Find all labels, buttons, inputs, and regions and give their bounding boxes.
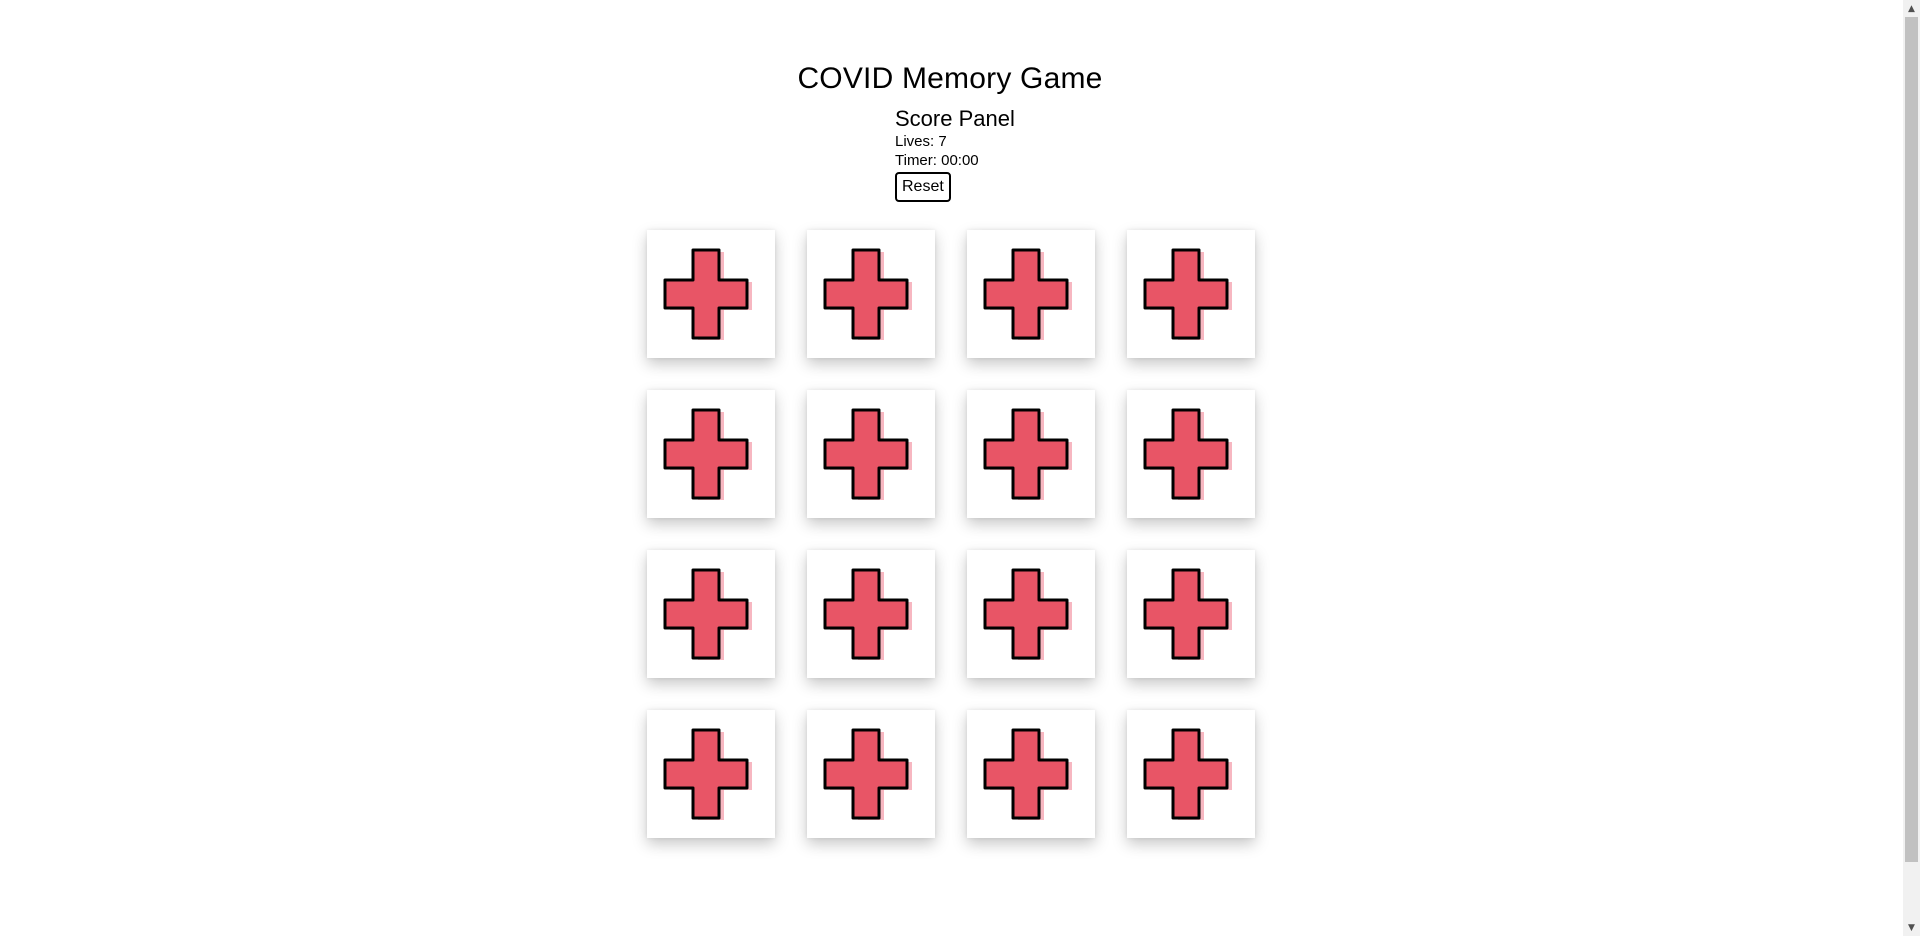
medical-cross-icon xyxy=(983,406,1079,502)
card-grid xyxy=(647,230,1255,838)
medical-cross-icon xyxy=(823,406,919,502)
memory-card[interactable] xyxy=(1127,390,1255,518)
medical-cross-icon xyxy=(823,246,919,342)
memory-card[interactable] xyxy=(647,710,775,838)
memory-card[interactable] xyxy=(967,710,1095,838)
medical-cross-icon xyxy=(1143,566,1239,662)
game-page: COVID Memory Game Score Panel Lives: 7 T… xyxy=(0,0,1920,936)
medical-cross-icon xyxy=(663,246,759,342)
lives-counter: Lives: 7 xyxy=(895,133,947,150)
memory-card[interactable] xyxy=(647,390,775,518)
memory-card[interactable] xyxy=(967,550,1095,678)
medical-cross-icon xyxy=(663,406,759,502)
medical-cross-icon xyxy=(1143,406,1239,502)
memory-card[interactable] xyxy=(807,710,935,838)
reset-button[interactable]: Reset xyxy=(895,172,951,202)
memory-card[interactable] xyxy=(1127,710,1255,838)
memory-card[interactable] xyxy=(647,230,775,358)
memory-card[interactable] xyxy=(967,230,1095,358)
medical-cross-icon xyxy=(983,726,1079,822)
medical-cross-icon xyxy=(823,566,919,662)
score-panel: Score Panel Lives: 7 Timer: 00:00 Reset xyxy=(895,106,1015,202)
scroll-down-arrow-icon[interactable]: ▼ xyxy=(1903,919,1920,936)
medical-cross-icon xyxy=(983,246,1079,342)
memory-card[interactable] xyxy=(647,550,775,678)
scroll-up-arrow-icon[interactable]: ▲ xyxy=(1903,0,1920,17)
medical-cross-icon xyxy=(823,726,919,822)
memory-card[interactable] xyxy=(807,550,935,678)
memory-card[interactable] xyxy=(807,390,935,518)
memory-card[interactable] xyxy=(1127,230,1255,358)
scroll-thumb[interactable] xyxy=(1905,17,1918,862)
memory-card[interactable] xyxy=(967,390,1095,518)
memory-card[interactable] xyxy=(807,230,935,358)
timer-display: Timer: 00:00 xyxy=(895,152,979,169)
medical-cross-icon xyxy=(1143,246,1239,342)
game-title: COVID Memory Game xyxy=(797,62,1103,95)
medical-cross-icon xyxy=(663,726,759,822)
vertical-scrollbar[interactable]: ▲ ▼ xyxy=(1903,0,1920,936)
score-panel-heading: Score Panel xyxy=(895,106,1015,131)
medical-cross-icon xyxy=(1143,726,1239,822)
medical-cross-icon xyxy=(983,566,1079,662)
medical-cross-icon xyxy=(663,566,759,662)
memory-card[interactable] xyxy=(1127,550,1255,678)
